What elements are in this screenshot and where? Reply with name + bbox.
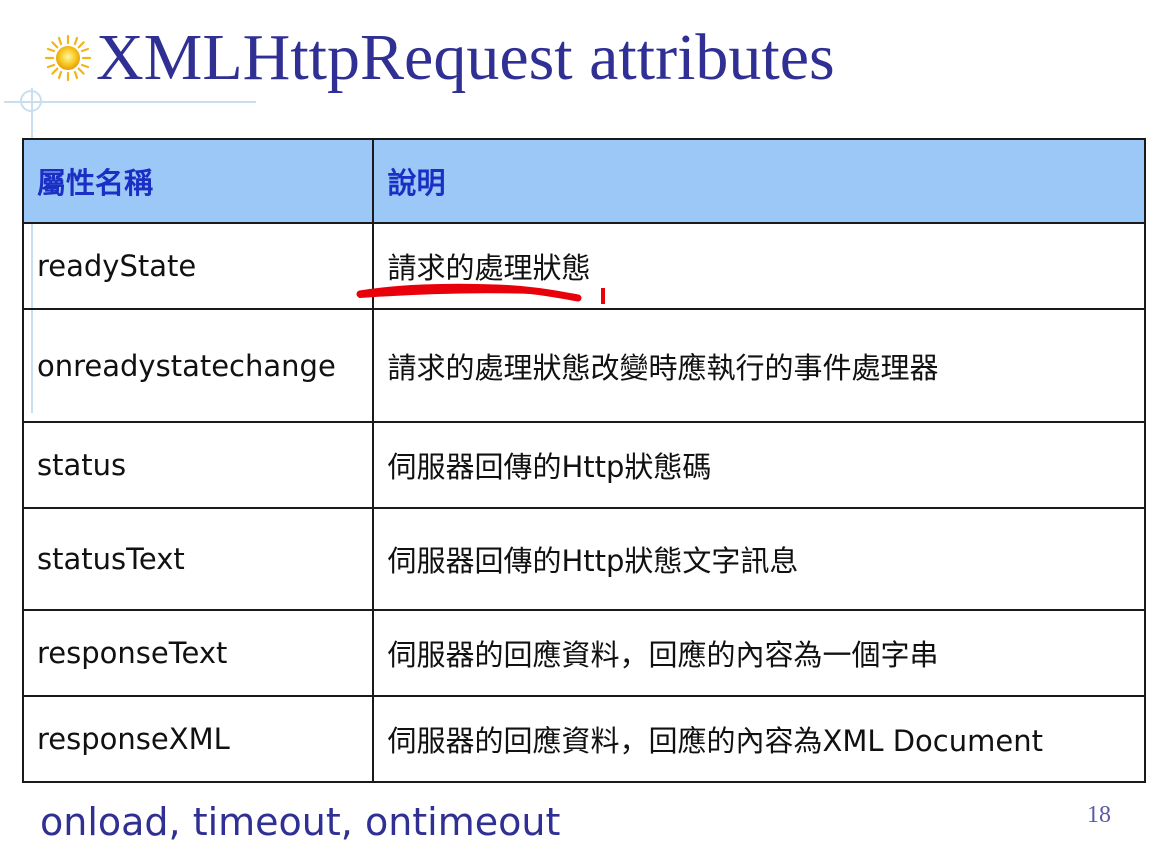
decorative-circle [20,90,42,112]
attribute-name: responseXML [21,695,375,783]
attribute-description: 伺服器回傳的Http狀態文字訊息 [372,507,1146,611]
slide: XMLHttpRequest attributes 屬性名稱 說明 readyS… [0,0,1166,853]
page-title: XMLHttpRequest attributes [96,21,835,94]
attribute-description: 伺服器的回應資料，回應的內容為XML Document [372,695,1146,783]
sun-icon [44,34,92,82]
red-underline-annotation [356,283,605,304]
attributes-table: 屬性名稱 說明 readyState 請求的處理狀態 onreadystatec… [21,138,1146,783]
table-row: responseText 伺服器的回應資料，回應的內容為一個字串 [21,609,1146,697]
table-row: responseXML 伺服器的回應資料，回應的內容為XML Document [21,695,1146,783]
attribute-description: 伺服器回傳的Http狀態碼 [372,421,1146,509]
attribute-description: 請求的處理狀態改變時應執行的事件處理器 [372,308,1146,423]
table-header-row: 屬性名稱 說明 [21,138,1146,224]
attribute-name: status [21,421,375,509]
attribute-name: statusText [21,507,375,611]
table-row: status 伺服器回傳的Http狀態碼 [21,421,1146,509]
footer-note: onload, timeout, ontimeout [40,800,561,844]
attribute-name: readyState [21,222,375,310]
attribute-name: responseText [21,609,375,697]
column-header-description: 說明 [372,138,1146,224]
attribute-name: onreadystatechange [21,308,375,423]
attribute-description: 伺服器的回應資料，回應的內容為一個字串 [372,609,1146,697]
page-number: 18 [1087,802,1111,828]
table-row: statusText 伺服器回傳的Http狀態文字訊息 [21,507,1146,611]
table-row: onreadystatechange 請求的處理狀態改變時應執行的事件處理器 [21,308,1146,423]
column-header-name: 屬性名稱 [21,138,375,224]
